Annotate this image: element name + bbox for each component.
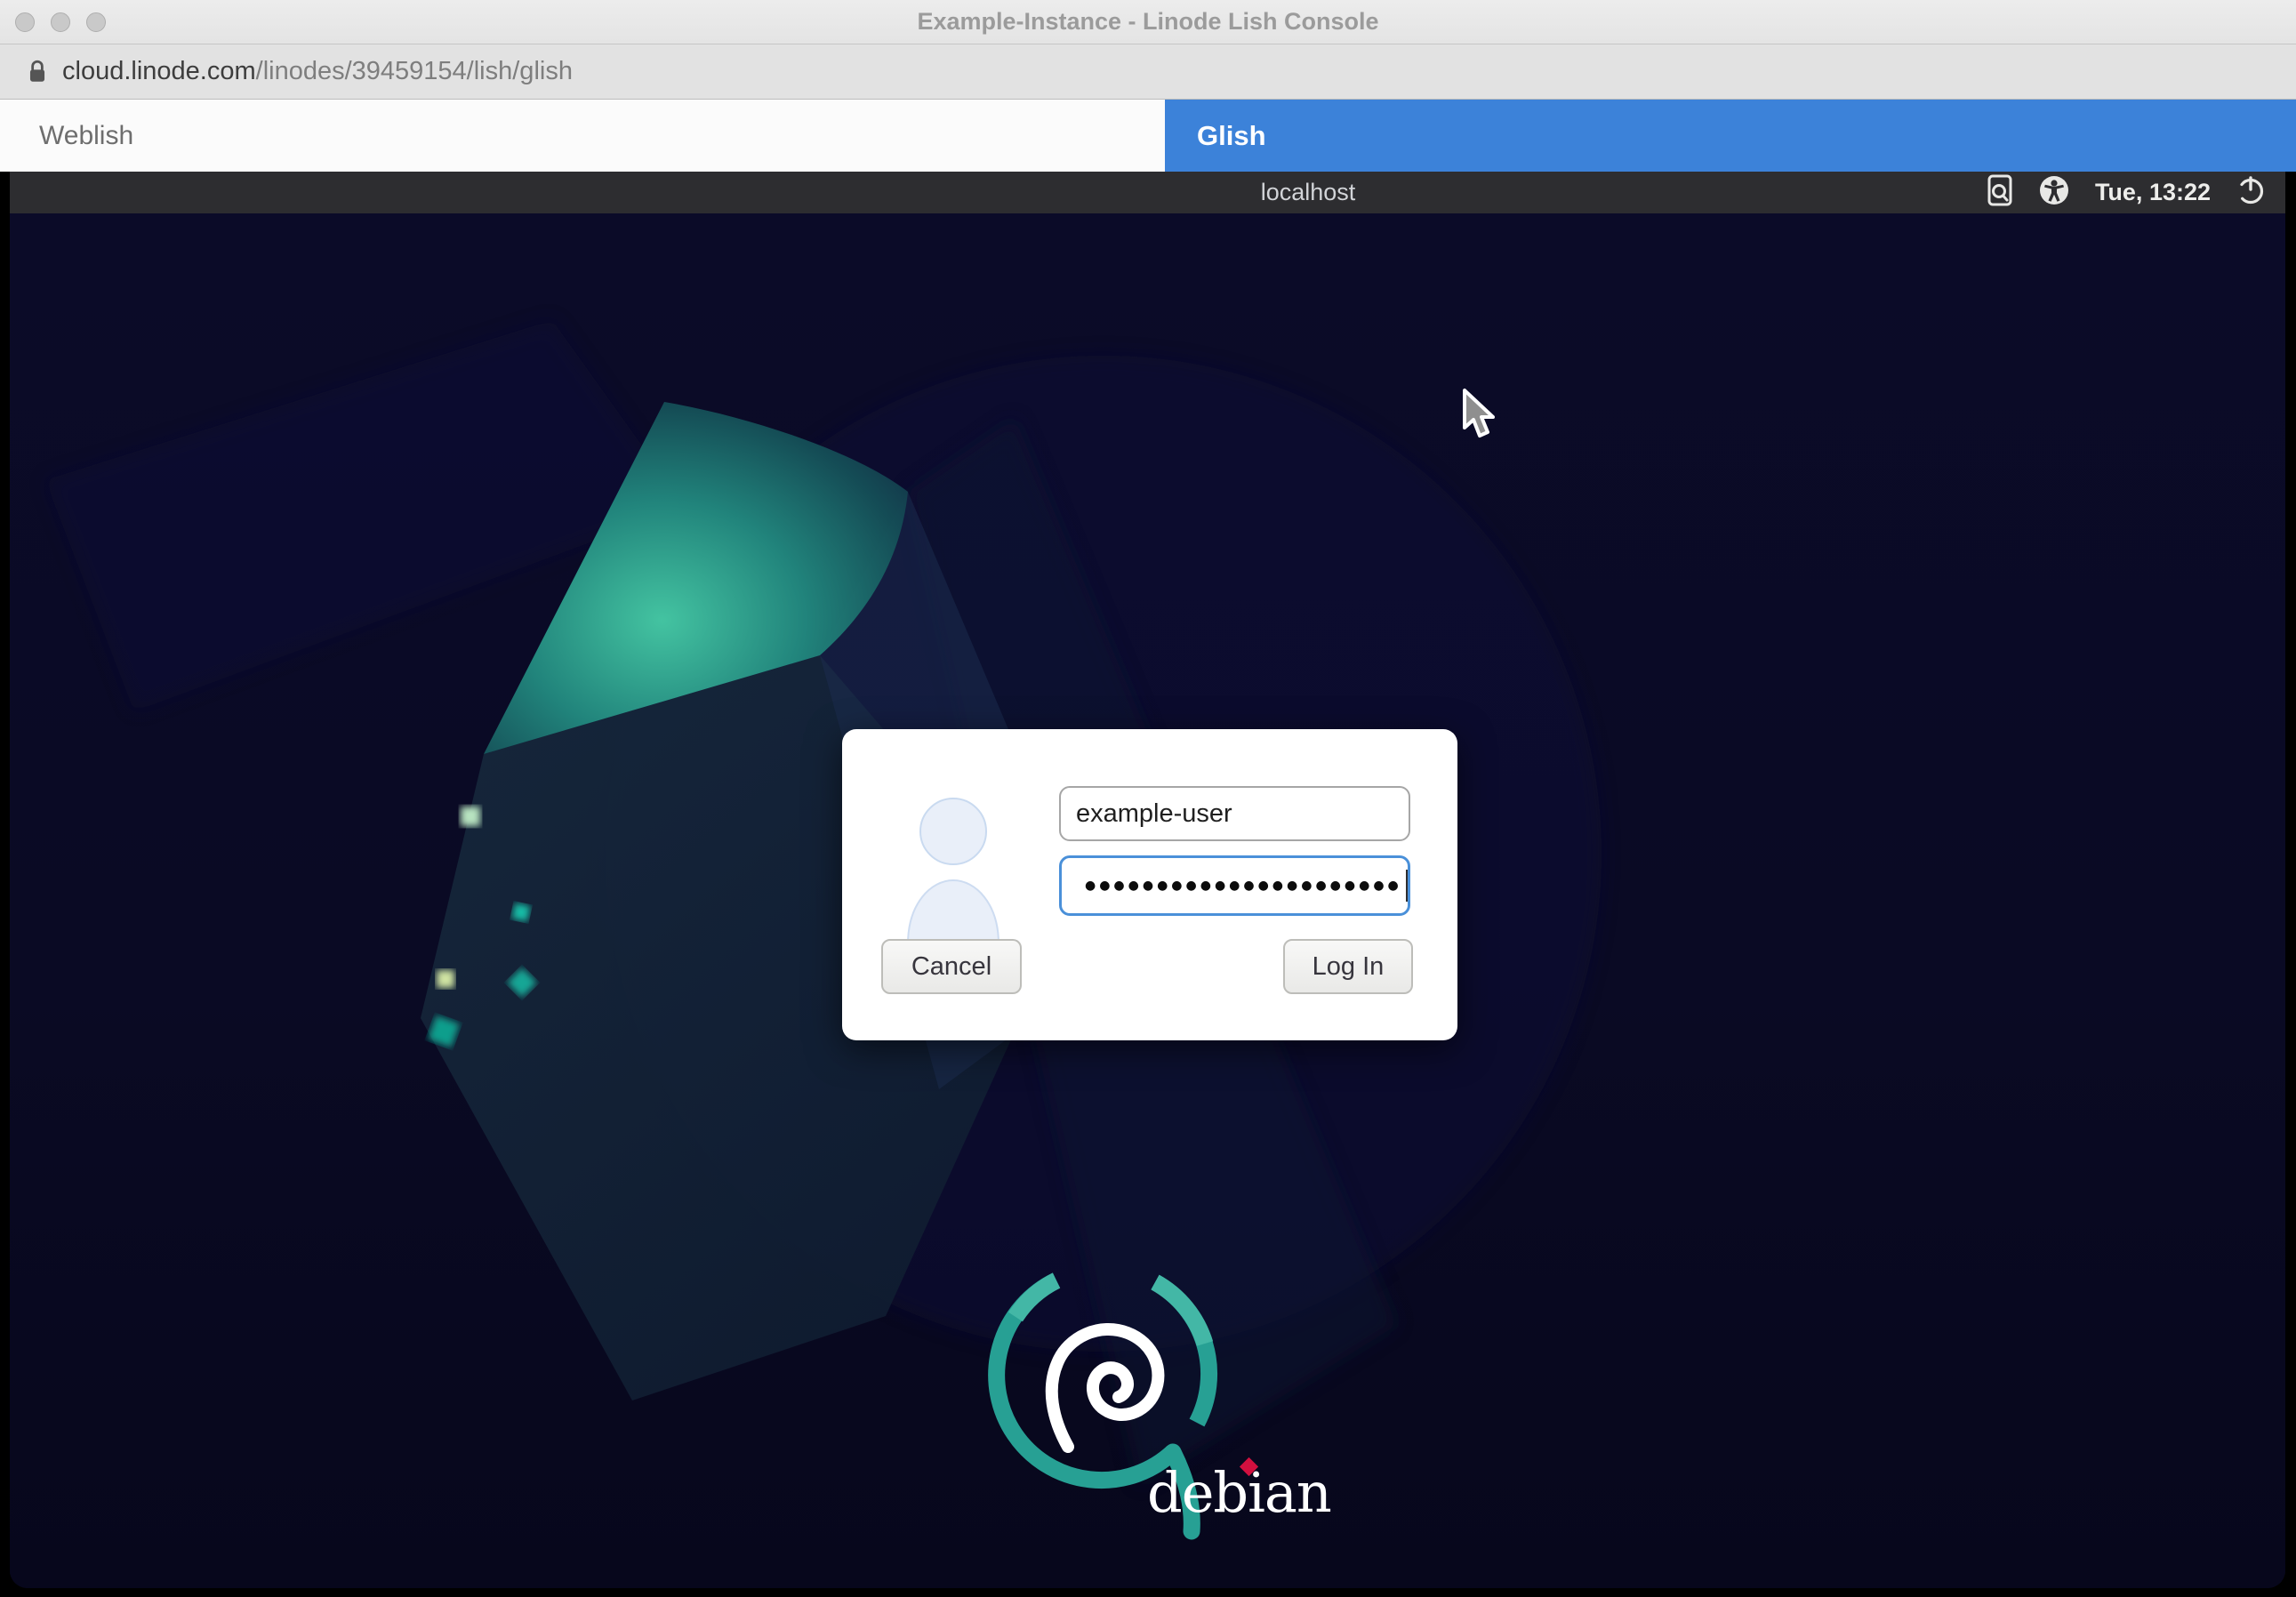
window-titlebar: Example-Instance - Linode Lish Console: [0, 0, 2296, 44]
lish-tabbar: Weblish Glish: [0, 100, 2296, 172]
text-caret: [1406, 870, 1408, 902]
mouse-cursor-icon: [1459, 387, 1500, 442]
hostname-label: localhost: [1261, 172, 1356, 213]
username-value: example-user: [1076, 799, 1232, 829]
remote-screen[interactable]: localhost Tue, 13:22: [10, 172, 2285, 1588]
accessibility-icon[interactable]: [2038, 174, 2070, 211]
screen-magnifier-icon[interactable]: [1987, 173, 2013, 212]
debian-wordmark: debian: [1147, 1460, 1331, 1525]
debian-logo: debian: [935, 1240, 1379, 1561]
url-host: cloud.linode.com: [62, 57, 256, 85]
password-masked-value: ●●●●●●●●●●●●●●●●●●●●●●: [1085, 879, 1402, 893]
login-button[interactable]: Log In: [1283, 939, 1413, 994]
url-path: /linodes/39459154/lish/glish: [256, 57, 573, 85]
system-tray: Tue, 13:22: [1987, 172, 2266, 213]
user-avatar-icon: [895, 793, 1011, 958]
power-icon[interactable]: [2236, 175, 2266, 210]
username-input[interactable]: example-user: [1059, 786, 1410, 841]
cancel-button[interactable]: Cancel: [881, 939, 1022, 994]
login-dialog: example-user ●●●●●●●●●●●●●●●●●●●●●● Canc…: [842, 729, 1457, 1040]
password-input[interactable]: ●●●●●●●●●●●●●●●●●●●●●●: [1059, 855, 1410, 916]
address-bar[interactable]: cloud.linode.com/linodes/39459154/lish/g…: [0, 44, 2296, 100]
clock-label[interactable]: Tue, 13:22: [2095, 179, 2211, 206]
desktop: debian example-user ●●●●●●●●●●●●●●●●●●●●…: [10, 213, 2285, 1588]
tab-glish[interactable]: Glish: [1165, 100, 2296, 172]
url-text[interactable]: cloud.linode.com/linodes/39459154/lish/g…: [62, 44, 573, 99]
tab-weblish[interactable]: Weblish: [0, 100, 1165, 172]
window-title: Example-Instance - Linode Lish Console: [0, 0, 2296, 44]
glish-console-frame: localhost Tue, 13:22: [0, 172, 2296, 1597]
gnome-top-bar: localhost Tue, 13:22: [10, 172, 2285, 213]
lock-icon[interactable]: [27, 59, 48, 90]
